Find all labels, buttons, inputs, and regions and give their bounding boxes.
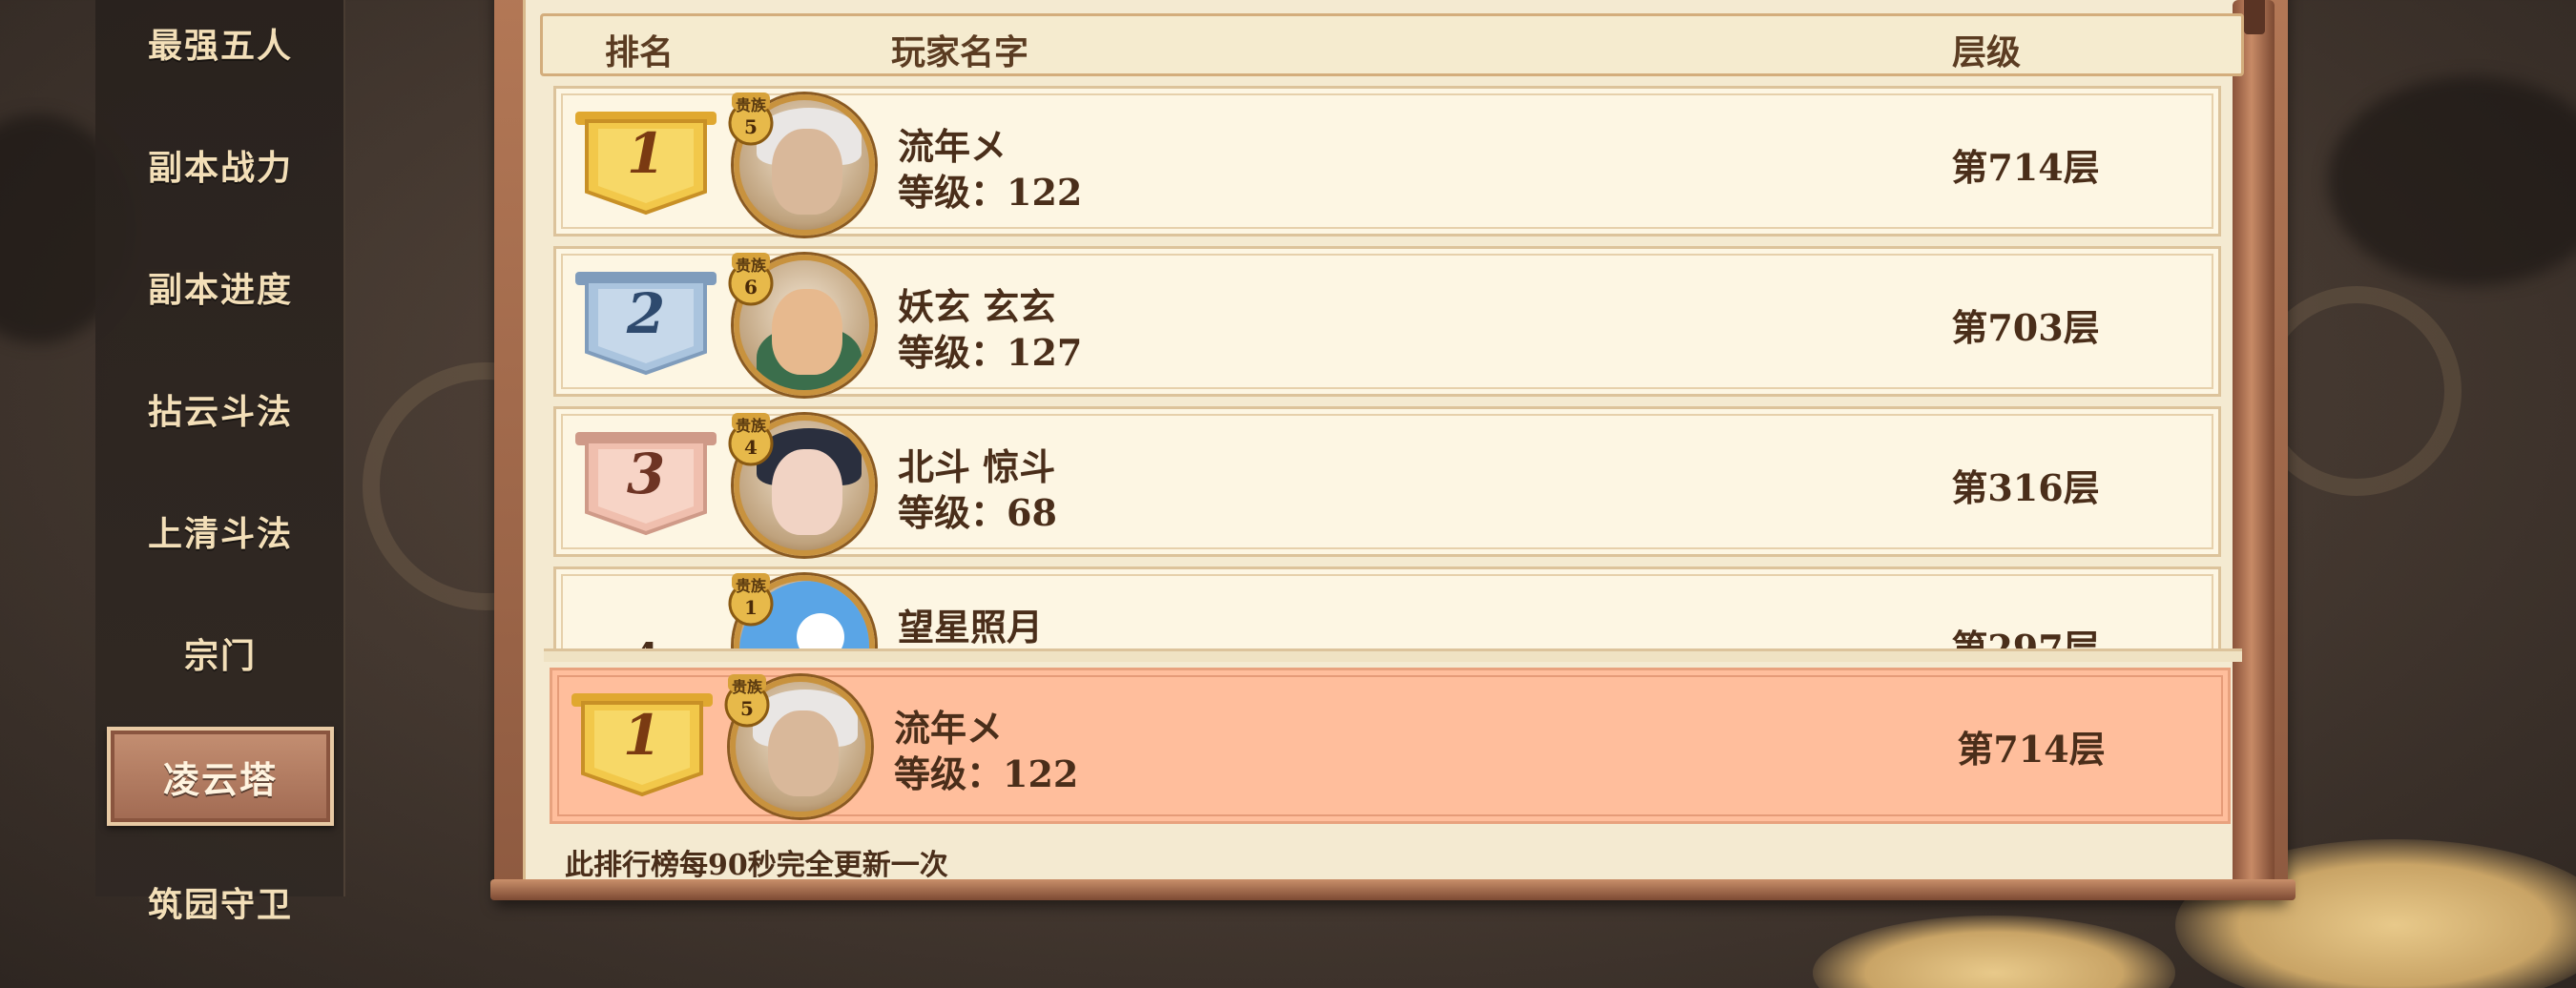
noble-label: 贵族	[735, 96, 766, 114]
noble-label: 贵族	[735, 417, 766, 435]
sidebar-item-label: 凌云塔	[162, 757, 278, 801]
tower-floor: 第714层	[1951, 146, 2100, 189]
rank-number: 4	[571, 619, 720, 649]
noble-level: 5	[744, 115, 758, 138]
noble-rank-badge-icon: 贵族 1	[726, 571, 776, 632]
tower-floor: 第297层	[1951, 627, 2100, 648]
player-level: 等级：122	[898, 171, 1083, 214]
rank-number: 3	[626, 442, 666, 506]
ranking-row[interactable]: 4 贵族 1 望星照月 第297层	[553, 566, 2221, 648]
ranking-row[interactable]: 2 贵族 6 妖玄 玄玄 等级：127 第703层	[553, 246, 2221, 397]
player-name: 望星照月	[898, 606, 1044, 648]
noble-rank-badge-icon: 贵族 5	[726, 91, 776, 152]
noble-label: 贵族	[735, 257, 766, 275]
tower-floor: 第703层	[1951, 306, 2100, 349]
noble-rank-badge-icon: 贵族 5	[722, 672, 772, 733]
noble-rank-badge-icon: 贵族 6	[726, 251, 776, 312]
player-level: 等级：127	[898, 331, 1083, 374]
noble-level: 1	[744, 596, 758, 619]
gold-rank-badge-icon: 1	[571, 106, 720, 218]
noble-label: 贵族	[731, 678, 762, 696]
rank-number: 1	[622, 703, 662, 768]
player-name: 妖玄 玄玄	[898, 285, 1056, 328]
player-name: 流年メ	[898, 125, 1008, 168]
ranking-row[interactable]: 1 贵族 5 流年メ 等级：122 第714层	[553, 86, 2221, 237]
noble-rank-badge-icon: 贵族 4	[726, 411, 776, 472]
my-ranking-row[interactable]: 1 贵族 5 流年メ 等级：122 第714层	[550, 668, 2231, 824]
ranking-list[interactable]: 1 贵族 5 流年メ 等级：122 第714层 2 贵族 6 妖玄 玄玄 等级：…	[0, 0, 2576, 648]
player-level: 等级：122	[894, 752, 1079, 795]
gold-rank-badge-icon: 1	[568, 688, 717, 800]
tower-floor: 第316层	[1951, 466, 2100, 509]
noble-label: 贵族	[735, 577, 766, 595]
list-divider	[544, 648, 2242, 662]
ranking-row[interactable]: 3 贵族 4 北斗 惊斗 等级：68 第316层	[553, 406, 2221, 557]
rank-number: 1	[626, 121, 666, 186]
player-name: 北斗 惊斗	[898, 445, 1056, 488]
sidebar-item-lingyun-tower[interactable]: 凌云塔	[107, 727, 334, 826]
player-name: 流年メ	[894, 707, 1004, 750]
sidebar-item-label: 筑园守卫	[147, 885, 293, 919]
noble-level: 5	[740, 697, 754, 720]
noble-level: 4	[744, 436, 758, 459]
rank-number: 2	[626, 281, 666, 346]
scroll-bottom-rod	[490, 879, 2296, 900]
bronze-rank-badge-icon: 3	[571, 426, 720, 539]
gold-cloud-decoration	[1813, 916, 2175, 988]
sidebar-item-garden-guard[interactable]: 筑园守卫	[95, 877, 345, 919]
noble-level: 6	[744, 276, 758, 298]
player-level: 等级：68	[898, 491, 1057, 534]
tower-floor: 第714层	[1957, 728, 2106, 771]
silver-rank-badge-icon: 2	[571, 266, 720, 379]
refresh-note: 此排行榜每90秒完全更新一次	[565, 849, 948, 882]
